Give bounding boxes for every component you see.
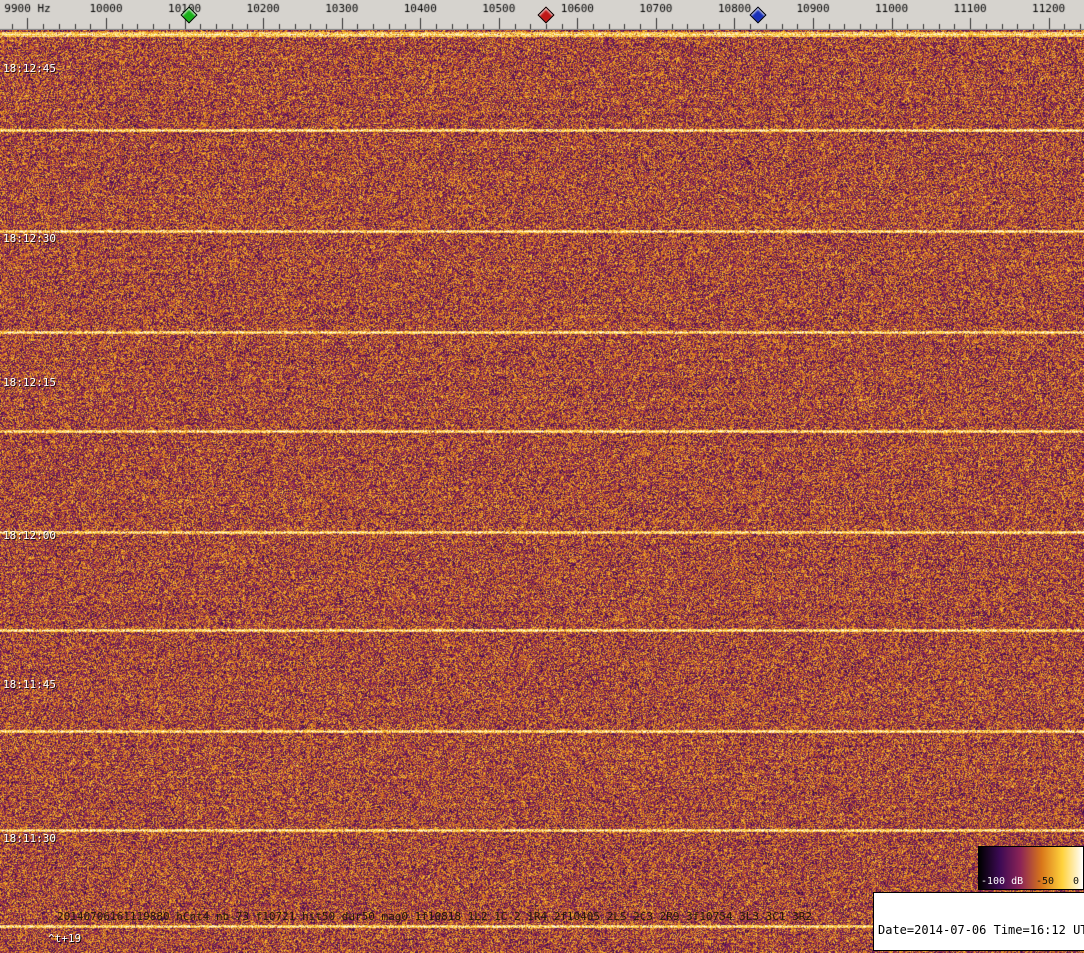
time-label: 18:11:30 (3, 832, 56, 845)
time-label: 18:11:45 (3, 678, 56, 691)
colorbar-mid-label: -50 (1036, 876, 1055, 887)
time-label: 18:12:45 (3, 62, 56, 75)
spectrogram-window: 20140706161119880 hCnt4 nb-73 f10721 hit… (0, 0, 1084, 953)
colorbar: -100 dB -50 0 (978, 846, 1084, 890)
colorbar-min-label: -100 dB (981, 876, 1024, 887)
time-label: 18:12:30 (3, 232, 56, 245)
waterfall-display (0, 30, 1084, 953)
info-line-date: Date=2014-07-06 Time=16:12 UTC (878, 923, 1084, 937)
time-label: 18:12:15 (3, 376, 56, 389)
cursor-position-text: ^t+19 (48, 932, 82, 945)
colorbar-max-label: 0 (1072, 876, 1079, 887)
detection-log-text: 20140706161119880 hCnt4 nb-73 f10721 hit… (57, 910, 812, 923)
time-label: 18:12:00 (3, 529, 56, 542)
info-box: Date=2014-07-06 Time=16:12 UTC Freq=143 … (873, 892, 1084, 951)
